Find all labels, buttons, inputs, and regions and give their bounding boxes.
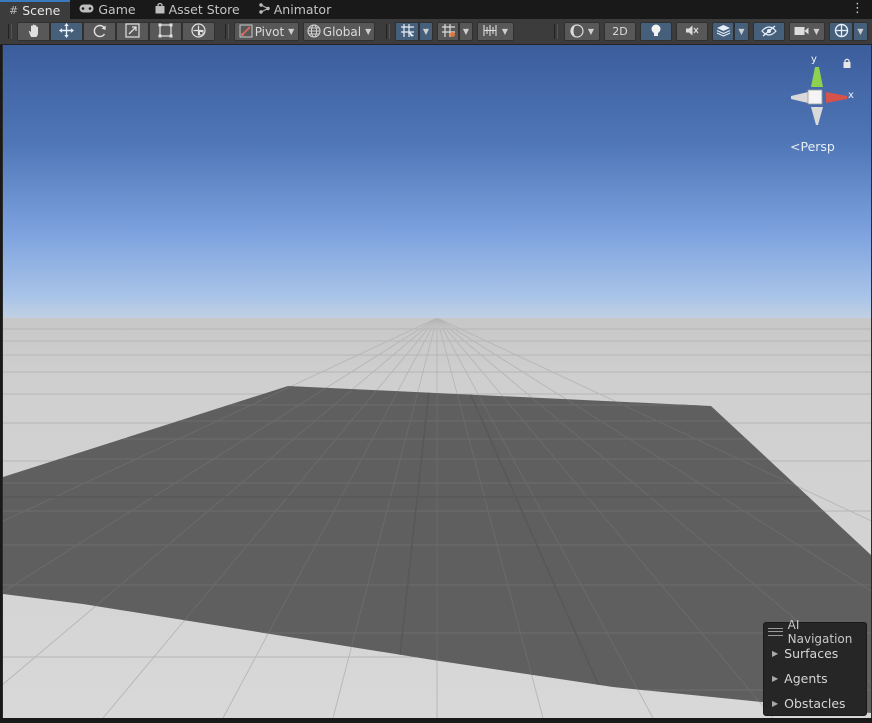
axis-x-label: x xyxy=(848,90,854,101)
scene-visibility-button[interactable] xyxy=(753,22,785,41)
draw-mode-dropdown[interactable]: ▼ xyxy=(564,22,600,41)
grid-visibility-dropdown[interactable]: ▼ xyxy=(459,22,473,41)
lock-icon[interactable] xyxy=(841,57,853,69)
grid-visibility-button[interactable] xyxy=(437,22,459,41)
toolbar-grip[interactable] xyxy=(386,24,390,39)
triangle-right-icon: ▶ xyxy=(772,649,779,658)
overlay-header[interactable]: AI Navigation xyxy=(764,618,866,646)
2d-label: 2D xyxy=(612,25,628,38)
chevron-down-icon: ▼ xyxy=(587,26,595,36)
ai-navigation-overlay[interactable]: AI Navigation ▶ Surfaces ▶ Agents ▶ Obst… xyxy=(763,618,867,716)
move-tool-button[interactable] xyxy=(50,22,83,41)
chevron-down-icon: ▼ xyxy=(462,26,470,36)
overlay-item-obstacles[interactable]: ▶ Obstacles xyxy=(764,691,866,716)
axis-y-label: y xyxy=(811,54,817,65)
pivot-icon xyxy=(239,24,253,40)
tab-label: Game xyxy=(98,2,136,17)
scene-render xyxy=(3,45,871,718)
scene-toolbar: Pivot ▼ Global ▼ ▼ ▼ ▼ ▼ 2D ▼ ▼ ▼ xyxy=(0,19,872,45)
globe-icon xyxy=(307,23,321,40)
animator-icon xyxy=(259,2,270,17)
chevron-down-icon: ▼ xyxy=(365,26,372,36)
gizmos-dropdown[interactable]: ▼ xyxy=(853,22,868,41)
toolbar-grip[interactable] xyxy=(8,24,12,39)
chevron-down-icon: ▼ xyxy=(813,26,820,36)
window-bottom-border xyxy=(0,718,872,723)
overlay-item-label: Surfaces xyxy=(784,646,839,661)
lightbulb-icon xyxy=(650,24,662,40)
toolbar-grip[interactable] xyxy=(225,24,229,39)
chevron-down-icon: ▼ xyxy=(288,26,295,36)
effects-dropdown[interactable]: ▼ xyxy=(734,22,749,41)
grid-toggle-icon xyxy=(441,23,456,40)
eye-hidden-icon xyxy=(761,24,777,39)
pivot-dropdown[interactable]: Pivot ▼ xyxy=(234,22,299,41)
audio-toggle-button[interactable] xyxy=(676,22,708,41)
overlay-item-label: Obstacles xyxy=(784,696,846,711)
chevron-down-icon: ▼ xyxy=(422,26,430,36)
move-arrows-icon xyxy=(58,22,75,41)
skybox xyxy=(3,45,871,325)
tab-asset-store[interactable]: Asset Store xyxy=(146,0,250,19)
speaker-muted-icon xyxy=(685,24,699,39)
scale-icon xyxy=(125,23,140,40)
window-tab-bar: # Scene Game Asset Store Animator ⋮ xyxy=(0,0,872,19)
overlay-item-label: Agents xyxy=(784,671,828,686)
drag-handle-icon[interactable] xyxy=(768,628,783,636)
view-tool-button[interactable] xyxy=(17,22,50,41)
grid-snapping-dropdown[interactable]: ▼ xyxy=(419,22,433,41)
snap-increment-icon xyxy=(483,24,498,39)
tab-label: Animator xyxy=(273,2,332,17)
global-label: Global xyxy=(322,24,362,39)
projection-toggle[interactable]: <Persp xyxy=(790,139,835,154)
layers-icon xyxy=(716,24,731,39)
lighting-toggle-button[interactable] xyxy=(640,22,672,41)
triangle-right-icon: ▶ xyxy=(772,674,779,683)
scale-tool-button[interactable] xyxy=(116,22,149,41)
rotate-icon xyxy=(92,23,108,41)
overlay-title: AI Navigation xyxy=(787,618,853,646)
rect-transform-icon xyxy=(158,23,173,40)
grid-icon: # xyxy=(9,4,19,17)
gamepad-icon xyxy=(79,3,94,16)
pivot-label: Pivot xyxy=(254,24,285,39)
chevron-down-icon: ▼ xyxy=(501,26,509,36)
rect-tool-button[interactable] xyxy=(149,22,182,41)
projection-label: Persp xyxy=(800,139,835,154)
scene-viewport[interactable]: y x <Persp xyxy=(2,45,872,718)
shading-sphere-icon xyxy=(570,23,584,40)
gizmos-toggle-button[interactable] xyxy=(829,22,853,41)
tab-label: Asset Store xyxy=(168,2,240,17)
chevron-down-icon: ▼ xyxy=(738,26,745,36)
bag-icon xyxy=(155,2,165,17)
hand-icon xyxy=(26,23,42,41)
tab-game[interactable]: Game xyxy=(70,0,145,19)
camera-icon xyxy=(794,26,809,38)
toolbar-grip[interactable] xyxy=(554,24,558,39)
overlay-item-agents[interactable]: ▶ Agents xyxy=(764,666,866,691)
2d-mode-button[interactable]: 2D xyxy=(604,22,636,41)
effects-toggle-button[interactable] xyxy=(712,22,734,41)
grid-snap-icon xyxy=(400,23,415,40)
chevron-left-icon: < xyxy=(790,139,801,154)
scene-camera-dropdown[interactable]: ▼ xyxy=(789,22,825,41)
grid-snapping-button[interactable] xyxy=(395,22,419,41)
chevron-down-icon: ▼ xyxy=(857,26,864,36)
tab-animator[interactable]: Animator xyxy=(250,0,341,19)
tab-label: Scene xyxy=(22,3,61,18)
tab-scene[interactable]: # Scene xyxy=(0,0,71,19)
transform-tool-button[interactable] xyxy=(182,22,215,41)
global-dropdown[interactable]: Global ▼ xyxy=(303,22,375,41)
triangle-right-icon: ▶ xyxy=(772,699,779,708)
more-options-icon[interactable]: ⋮ xyxy=(851,1,864,17)
rotate-tool-button[interactable] xyxy=(83,22,116,41)
gizmo-globe-icon xyxy=(834,23,849,40)
increment-snap-dropdown[interactable]: ▼ xyxy=(477,22,514,41)
transform-icon xyxy=(190,22,207,41)
